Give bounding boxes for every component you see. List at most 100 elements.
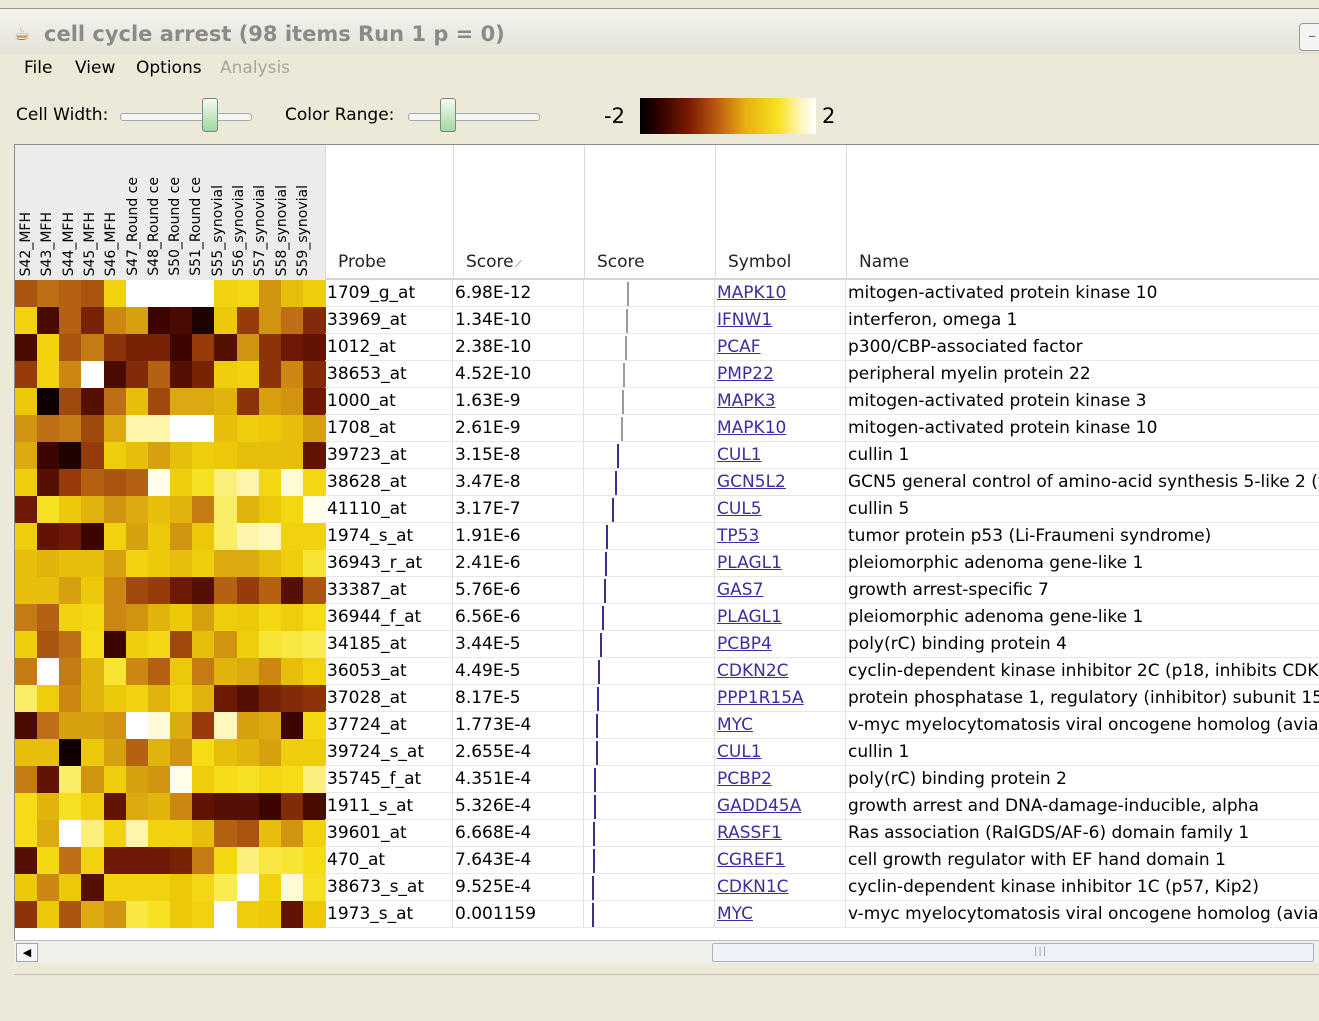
symbol-value[interactable]: GAS7: [717, 580, 763, 600]
heatmap-cell[interactable]: [59, 658, 83, 685]
heatmap-cell[interactable]: [59, 847, 83, 874]
heatmap-cell[interactable]: [103, 442, 127, 469]
heatmap-cell[interactable]: [81, 496, 105, 523]
heatmap-cell[interactable]: [280, 685, 304, 712]
symbol-cell[interactable]: CUL5: [715, 496, 846, 523]
symbol-cell[interactable]: CDKN2C: [715, 658, 846, 685]
heatmap-cell[interactable]: [15, 901, 38, 928]
symbol-cell[interactable]: PCAF: [715, 334, 846, 361]
heatmap-cell[interactable]: [280, 496, 304, 523]
heatmap-cell[interactable]: [280, 469, 304, 496]
heatmap-cell[interactable]: [103, 415, 127, 442]
heatmap-cell[interactable]: [125, 577, 149, 604]
heatmap-cell[interactable]: [59, 442, 83, 469]
heatmap-cell[interactable]: [103, 469, 127, 496]
heatmap-cell[interactable]: [192, 388, 216, 415]
heatmap-cell[interactable]: [81, 847, 105, 874]
heatmap-cell[interactable]: [59, 280, 83, 307]
heatmap-cell[interactable]: [15, 496, 38, 523]
heatmap-cell[interactable]: [81, 685, 105, 712]
heatmap-cell[interactable]: [214, 820, 238, 847]
heatmap-cell[interactable]: [214, 793, 238, 820]
heatmap-cell[interactable]: [302, 388, 326, 415]
heatmap-cell[interactable]: [15, 604, 38, 631]
heatmap-cell[interactable]: [103, 307, 127, 334]
heatmap-cell[interactable]: [192, 739, 216, 766]
heatmap-cell[interactable]: [59, 388, 83, 415]
heatmap-cell[interactable]: [59, 820, 83, 847]
heatmap-cell[interactable]: [125, 442, 149, 469]
heatmap-cell[interactable]: [37, 307, 61, 334]
heatmap-cell[interactable]: [125, 901, 149, 928]
table-row[interactable]: 1000_at 1.63E-9 MAPK3 mitogen-activated pro…: [325, 388, 1319, 415]
heatmap-cell[interactable]: [147, 550, 171, 577]
heatmap-cell[interactable]: [302, 739, 326, 766]
heatmap-cell[interactable]: [236, 820, 260, 847]
table-row[interactable]: 41110_at 3.17E-7 CUL5 cullin 5: [325, 496, 1319, 523]
heatmap-cell[interactable]: [236, 631, 260, 658]
heatmap-cell[interactable]: [214, 280, 238, 307]
heatmap-cell[interactable]: [125, 712, 149, 739]
heatmap-cell[interactable]: [170, 442, 194, 469]
heatmap-cell[interactable]: [302, 280, 326, 307]
heatmap-cell[interactable]: [170, 415, 194, 442]
heatmap-cell[interactable]: [59, 550, 83, 577]
heatmap-cell[interactable]: [236, 712, 260, 739]
heatmap-cell[interactable]: [258, 712, 282, 739]
heatmap-cell[interactable]: [125, 280, 149, 307]
heatmap-cell[interactable]: [37, 847, 61, 874]
heatmap-cell[interactable]: [170, 361, 194, 388]
symbol-cell[interactable]: PMP22: [715, 361, 846, 388]
heatmap-cell[interactable]: [214, 388, 238, 415]
heatmap-cell[interactable]: [81, 388, 105, 415]
heatmap-cell[interactable]: [81, 739, 105, 766]
table-row[interactable]: 39724_s_at 2.655E-4 CUL1 cullin 1: [325, 739, 1319, 766]
symbol-cell[interactable]: PCBP2: [715, 766, 846, 793]
table-row[interactable]: 36053_at 4.49E-5 CDKN2C cyclin-dependent ki…: [325, 658, 1319, 685]
symbol-value[interactable]: CGREF1: [717, 850, 785, 870]
heatmap-cell[interactable]: [37, 739, 61, 766]
heatmap-cell[interactable]: [37, 577, 61, 604]
heatmap-cell[interactable]: [37, 658, 61, 685]
heatmap-cell[interactable]: [125, 307, 149, 334]
heatmap-cell[interactable]: [103, 793, 127, 820]
heatmap-cell[interactable]: [170, 280, 194, 307]
heatmap-cell[interactable]: [280, 550, 304, 577]
heatmap-cell[interactable]: [15, 523, 38, 550]
heatmap-cell[interactable]: [258, 847, 282, 874]
heatmap-cell[interactable]: [280, 361, 304, 388]
heatmap-cell[interactable]: [236, 847, 260, 874]
heatmap-cell[interactable]: [125, 874, 149, 901]
cell-width-slider-thumb[interactable]: [201, 98, 218, 132]
heatmap-cell[interactable]: [170, 307, 194, 334]
heatmap-cell[interactable]: [236, 523, 260, 550]
menu-file[interactable]: File: [24, 58, 52, 78]
heatmap-cell[interactable]: [214, 604, 238, 631]
heatmap-cell[interactable]: [147, 469, 171, 496]
heatmap-cell[interactable]: [37, 820, 61, 847]
heatmap-cell[interactable]: [103, 874, 127, 901]
heatmap-cell[interactable]: [15, 307, 38, 334]
heatmap-cell[interactable]: [81, 766, 105, 793]
heatmap-cell[interactable]: [147, 766, 171, 793]
heatmap-cell[interactable]: [236, 658, 260, 685]
heatmap-cell[interactable]: [214, 577, 238, 604]
heatmap-cell[interactable]: [15, 766, 38, 793]
symbol-cell[interactable]: CDKN1C: [715, 874, 846, 901]
heatmap-cell[interactable]: [280, 712, 304, 739]
symbol-value[interactable]: MYC: [717, 715, 753, 735]
table-row[interactable]: 1973_s_at 0.001159 MYC v-myc myelocytomatos…: [325, 901, 1319, 928]
heatmap-cell[interactable]: [214, 442, 238, 469]
heatmap-cell[interactable]: [147, 442, 171, 469]
heatmap-cell[interactable]: [81, 361, 105, 388]
heatmap-cell[interactable]: [214, 739, 238, 766]
heatmap-cell[interactable]: [37, 361, 61, 388]
heatmap-cell[interactable]: [103, 577, 127, 604]
heatmap-cell[interactable]: [280, 523, 304, 550]
heatmap-cell[interactable]: [125, 415, 149, 442]
table-row[interactable]: 36943_r_at 2.41E-6 PLAGL1 pleiomorphic aden…: [325, 550, 1319, 577]
heatmap-cell[interactable]: [125, 388, 149, 415]
heatmap-cell[interactable]: [37, 901, 61, 928]
heatmap-cell[interactable]: [170, 523, 194, 550]
heatmap-cell[interactable]: [37, 523, 61, 550]
